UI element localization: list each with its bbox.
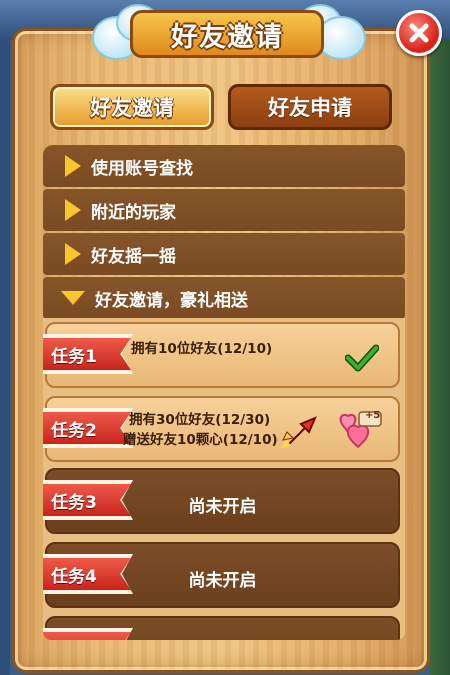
background-left [0, 40, 10, 675]
tab-friend-request[interactable]: 好友申请 [228, 84, 392, 130]
menu-item-label: 附近的玩家 [91, 202, 176, 223]
title-banner: 好友邀请 [92, 4, 366, 64]
dialog-title: 好友邀请 [130, 10, 324, 58]
menu-list: 使用账号查找 附近的玩家 好友摇一摇 好友邀请，豪礼相送 [43, 145, 405, 321]
menu-item-shake[interactable]: 好友摇一摇 [43, 233, 405, 275]
task-locked-label: 尚未开启 [188, 497, 257, 517]
tab-friend-invite[interactable]: 好友邀请 [50, 84, 214, 130]
task-requirement: 拥有30位好友(12/30) [129, 412, 271, 428]
task-requirement: 赠送好友10颗心(12/10) [123, 432, 278, 448]
task-badge: 任务2 [43, 412, 131, 444]
menu-item-label: 好友摇一摇 [91, 246, 176, 267]
task-badge [43, 632, 131, 640]
task-card-4: 任务4 尚未开启 [43, 542, 400, 608]
task-card-5 [43, 616, 400, 640]
background-right [430, 40, 450, 675]
close-icon [409, 23, 429, 43]
menu-item-label: 使用账号查找 [91, 158, 193, 179]
arrow-down-icon [61, 291, 85, 305]
task-card-1: 任务1 拥有10位好友(12/10) [43, 322, 400, 388]
arrow-right-icon [65, 199, 81, 221]
menu-item-nearby-players[interactable]: 附近的玩家 [43, 189, 405, 231]
menu-item-invite-rewards[interactable]: 好友邀请，豪礼相送 [43, 277, 405, 319]
arrow-right-icon [65, 155, 81, 177]
task-requirement: 拥有10位好友(12/10) [131, 341, 273, 357]
check-icon [345, 344, 379, 372]
task-card-3: 任务3 尚未开启 [43, 468, 400, 534]
reward-count-badge: +5 [365, 410, 381, 421]
task-card-2: 任务2 拥有30位好友(12/30) 赠送好友10颗心(12/10) +5 [43, 396, 400, 462]
task-list[interactable]: 任务1 拥有10位好友(12/10) 任务2 拥有30位好友(12/30) 赠送… [43, 318, 405, 640]
menu-item-search-account[interactable]: 使用账号查找 [43, 145, 405, 187]
close-button[interactable] [396, 10, 442, 56]
arrow-right-icon [65, 243, 81, 265]
boost-arrow-icon [281, 416, 317, 448]
task-locked-label: 尚未开启 [188, 571, 257, 591]
task-badge: 任务1 [43, 338, 131, 370]
menu-item-label: 好友邀请，豪礼相送 [95, 290, 248, 311]
